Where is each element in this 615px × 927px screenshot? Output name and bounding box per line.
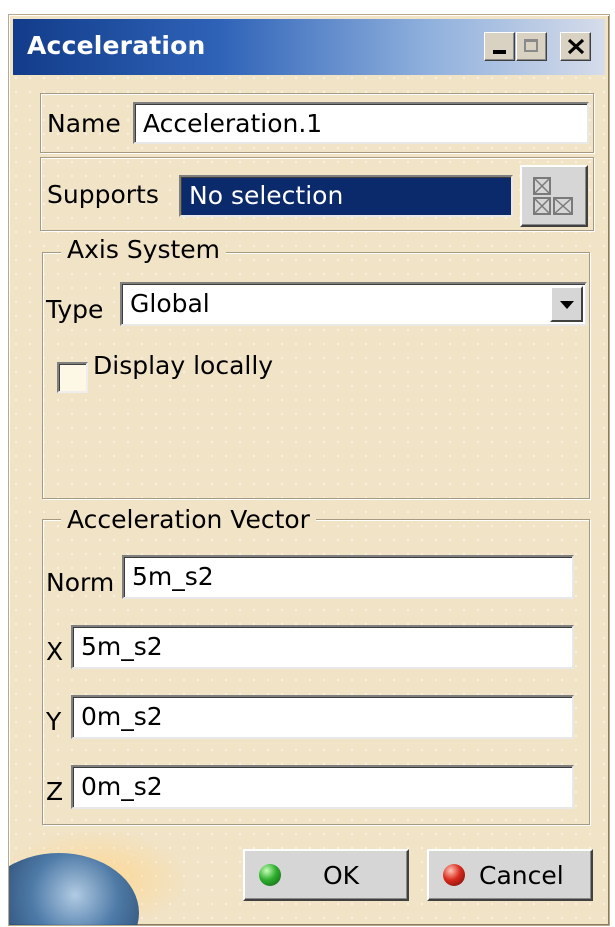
cancel-label: Cancel xyxy=(479,861,564,890)
ok-button[interactable]: OK xyxy=(243,849,409,901)
norm-field[interactable]: 5m_s2 xyxy=(122,555,574,599)
z-label: Z xyxy=(46,777,64,806)
minimize-icon[interactable] xyxy=(484,32,515,61)
display-locally-checkbox[interactable] xyxy=(57,362,88,393)
acceleration-vector-legend: Acceleration Vector xyxy=(61,505,316,534)
title-bar[interactable]: Acceleration xyxy=(13,19,605,75)
display-locally-label: Display locally xyxy=(93,351,274,380)
supports-row: Supports No selection xyxy=(40,157,594,231)
type-dropdown[interactable]: Global xyxy=(120,282,587,326)
type-value: Global xyxy=(130,289,210,318)
multi-selection-button[interactable] xyxy=(520,165,588,227)
name-label: Name xyxy=(47,109,121,138)
supports-label: Supports xyxy=(47,180,159,209)
maximize-icon[interactable] xyxy=(516,32,547,61)
acceleration-dialog: Acceleration Name Acceleration.1 Support… xyxy=(8,14,610,926)
y-label: Y xyxy=(46,707,62,736)
window-title: Acceleration xyxy=(27,31,206,60)
name-field[interactable]: Acceleration.1 xyxy=(133,102,589,144)
name-row: Name Acceleration.1 xyxy=(40,93,594,153)
cancel-button[interactable]: Cancel xyxy=(427,849,593,901)
close-icon[interactable] xyxy=(560,32,591,61)
z-field[interactable]: 0m_s2 xyxy=(71,765,574,809)
multi-selection-icon xyxy=(533,177,573,215)
chevron-down-icon[interactable] xyxy=(550,286,583,322)
norm-label: Norm xyxy=(46,568,115,597)
y-field[interactable]: 0m_s2 xyxy=(71,695,574,739)
type-label: Type xyxy=(46,295,104,324)
x-field[interactable]: 5m_s2 xyxy=(71,625,574,669)
cancel-ball-icon xyxy=(443,864,465,886)
ok-ball-icon xyxy=(259,864,281,886)
axis-system-legend: Axis System xyxy=(61,235,227,264)
ok-label: OK xyxy=(323,861,360,890)
x-label: X xyxy=(46,637,64,666)
supports-field[interactable]: No selection xyxy=(179,175,513,217)
